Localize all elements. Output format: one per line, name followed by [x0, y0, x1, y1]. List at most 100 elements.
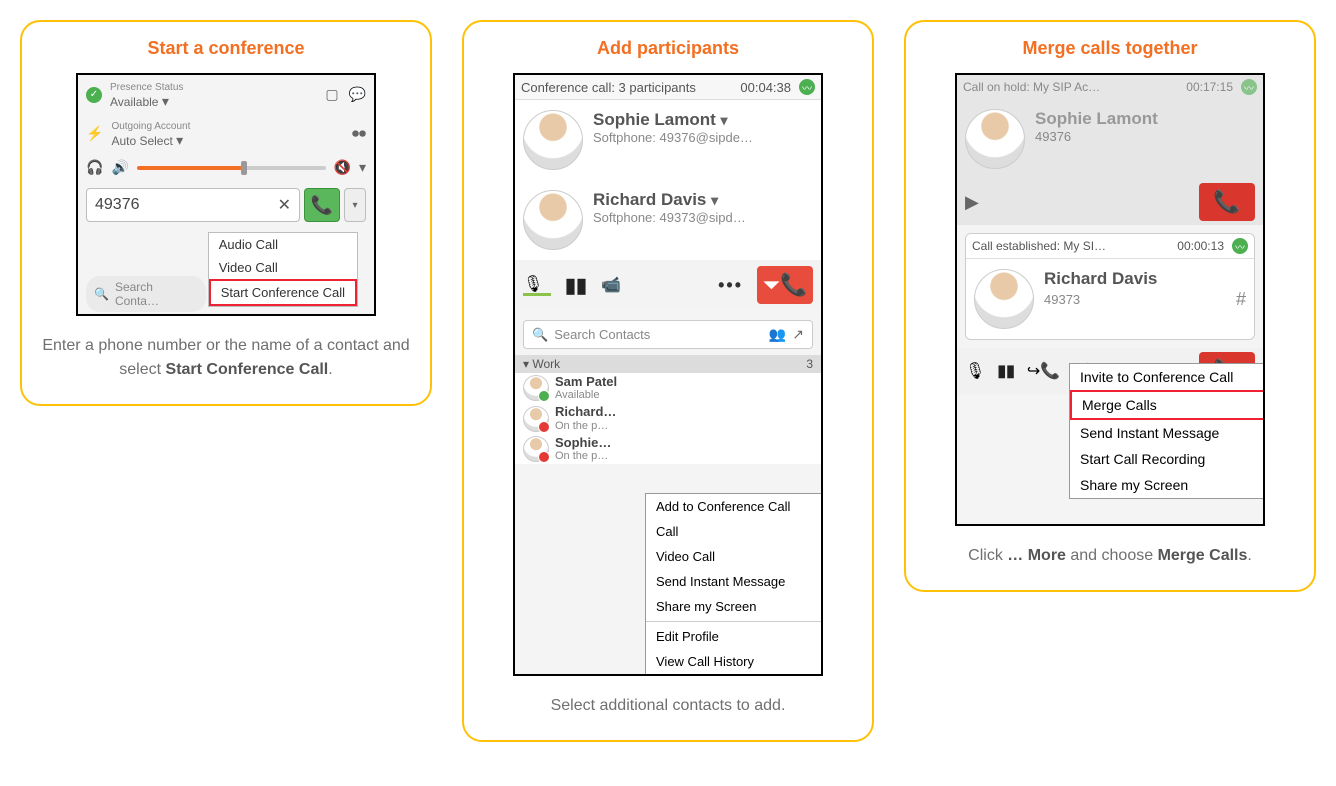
pause-icon[interactable]: ▮▮	[565, 273, 587, 298]
mic-icon[interactable]: 🎙	[523, 274, 551, 296]
active-timer: 00:00:13	[1177, 239, 1224, 253]
popout-icon[interactable]: ↗	[792, 326, 804, 343]
contact-row[interactable]: Sophie…On the p…	[515, 434, 821, 464]
contact-name: Sophie…	[555, 436, 611, 450]
card-merge-calls: Merge calls together Call on hold: My SI…	[904, 20, 1316, 592]
participant-name: Richard Davis ▾	[593, 190, 746, 210]
avatar	[523, 110, 583, 170]
chevron-down-icon[interactable]: ▾	[711, 192, 718, 208]
conf-header-text: Conference call: 3 participants	[521, 80, 732, 95]
chevron-down-icon[interactable]: ▾	[176, 132, 183, 148]
mic-icon[interactable]: 🎙	[965, 361, 985, 381]
card2-caption: Select additional contacts to add.	[478, 694, 858, 718]
avatar	[523, 375, 549, 401]
dialpad-icon[interactable]: #	[1236, 289, 1246, 310]
audio-row: 🎧 🔊 🔇 ▾	[78, 153, 374, 182]
participant-name: Sophie Lamont ▾	[593, 110, 753, 130]
contact-row[interactable]: Sam PatelAvailable	[515, 373, 821, 403]
call-button[interactable]: 📞	[304, 188, 340, 222]
bolt-icon: ⚡	[86, 125, 103, 142]
contact-status: On the p…	[555, 450, 611, 462]
contact-context-menu: Add to Conference CallCallVideo CallSend…	[645, 493, 823, 676]
menu-item-audio-call[interactable]: Audio Call	[209, 233, 357, 256]
presence-value[interactable]: Available	[110, 95, 158, 109]
active-name: Richard Davis	[1044, 269, 1246, 289]
menu-item-view-call-history[interactable]: View Call History	[646, 649, 823, 674]
participant-detail: Softphone: 49373@sipd…	[593, 210, 746, 225]
menu-item-edit-profile[interactable]: Edit Profile	[646, 624, 823, 649]
dial-input[interactable]: 49376 ✕	[86, 188, 300, 222]
menu-item-start-conference-call[interactable]: Start Conference Call	[209, 279, 357, 306]
mute-icon[interactable]: 🔇	[334, 159, 351, 176]
network-quality-icon: 〰	[1232, 238, 1248, 254]
presence-label: Presence Status	[110, 82, 183, 93]
card3-screenshot: Call on hold: My SIP Ac… 00:17:15 〰 Soph…	[955, 73, 1265, 526]
voicemail-icon[interactable]: ⏺⏺	[352, 125, 366, 142]
card1-screenshot: ✓ Presence Status Available ▾ ▢ 💬 ⚡ Outg…	[76, 73, 376, 316]
pause-icon[interactable]: ▮▮	[997, 361, 1015, 381]
menu-item-video-call[interactable]: Video Call	[209, 256, 357, 279]
avatar	[523, 436, 549, 462]
search-placeholder: Search Conta…	[115, 280, 198, 308]
card2-title: Add participants	[478, 38, 858, 59]
card1-title: Start a conference	[36, 38, 416, 59]
presence-dot	[538, 390, 550, 402]
menu-item-send-instant-message[interactable]: Send Instant Message	[646, 569, 823, 594]
cards-row: Start a conference ✓ Presence Status Ava…	[20, 20, 1316, 742]
dial-value: 49376	[95, 196, 278, 214]
card-start-conference: Start a conference ✓ Presence Status Ava…	[20, 20, 432, 406]
chevron-down-icon[interactable]: ▾	[721, 112, 728, 128]
search-icon: 🔍	[532, 327, 548, 343]
presence-dot	[538, 451, 550, 463]
menu-item-add-to-conference-call[interactable]: Add to Conference Call	[646, 494, 823, 519]
menu-item-invite-to-conference-call[interactable]: Invite to Conference Call	[1070, 364, 1265, 390]
contact-row[interactable]: Richard…On the p…	[515, 403, 821, 433]
avatar	[974, 269, 1034, 329]
hold-timer: 00:17:15	[1186, 80, 1233, 94]
menu-item-video-call[interactable]: Video Call	[646, 544, 823, 569]
menu-item-merge-calls[interactable]: Merge Calls	[1070, 390, 1265, 420]
conf-timer: 00:04:38	[740, 80, 791, 95]
card3-caption: Click … More and choose Merge Calls.	[920, 544, 1300, 568]
active-header: Call established: My SI…	[972, 239, 1169, 253]
contact-status: Available	[555, 389, 617, 401]
resume-button[interactable]: ▶	[965, 192, 979, 213]
menu-item-start-call-recording[interactable]: Start Call Recording	[1070, 446, 1265, 472]
headset-icon[interactable]: 🎧	[86, 159, 103, 176]
video-record-icon[interactable]: 📹	[601, 275, 621, 295]
presence-block: Presence Status Available ▾	[110, 79, 183, 110]
more-button[interactable]: •••	[718, 275, 743, 296]
menu-item-share-my-screen[interactable]: Share my Screen	[646, 594, 823, 619]
clear-icon[interactable]: ✕	[278, 195, 291, 215]
chevron-down-icon[interactable]: ▾	[162, 93, 169, 109]
chat-icon[interactable]: 💬	[349, 86, 366, 103]
hold-name: Sophie Lamont	[1035, 109, 1158, 129]
search-contacts[interactable]: 🔍 Search Contacts 👥 ↗	[523, 320, 813, 349]
video-preview-icon[interactable]: ▢	[325, 86, 338, 103]
conf-header: Conference call: 3 participants 00:04:38…	[515, 75, 821, 100]
participant-detail: Softphone: 49376@sipde…	[593, 130, 753, 145]
menu-item-call[interactable]: Call	[646, 519, 823, 544]
add-contact-icon[interactable]: 👥	[769, 326, 786, 343]
participant: Sophie Lamont ▾Softphone: 49376@sipde…	[515, 100, 821, 180]
call-dropdown-button[interactable]: ▾	[344, 188, 366, 222]
account-value[interactable]: Auto Select	[111, 134, 172, 148]
menu-item-send-instant-message[interactable]: Send Instant Message	[1070, 420, 1265, 446]
account-label: Outgoing Account	[111, 121, 190, 132]
transfer-icon[interactable]: ↪📞	[1027, 361, 1060, 381]
contact-group-header[interactable]: ▾ Work 3	[515, 355, 821, 373]
hangup-button[interactable]: ⏷📞	[757, 266, 813, 304]
avatar	[523, 406, 549, 432]
active-number: 49373	[1044, 292, 1080, 307]
call-type-menu: Audio CallVideo CallStart Conference Cal…	[208, 232, 358, 307]
volume-slider[interactable]	[137, 166, 326, 170]
presence-row: ✓ Presence Status Available ▾ ▢ 💬	[78, 75, 374, 114]
chevron-down-icon[interactable]: ▾	[359, 159, 366, 176]
avatar	[965, 109, 1025, 169]
search-contacts[interactable]: 🔍 Search Conta…	[86, 276, 206, 312]
contact-status: On the p…	[555, 420, 616, 432]
card3-title: Merge calls together	[920, 38, 1300, 59]
hangup-button[interactable]: 📞	[1199, 183, 1255, 221]
speaker-icon[interactable]: 🔊	[111, 159, 128, 176]
menu-item-share-my-screen[interactable]: Share my Screen	[1070, 472, 1265, 498]
